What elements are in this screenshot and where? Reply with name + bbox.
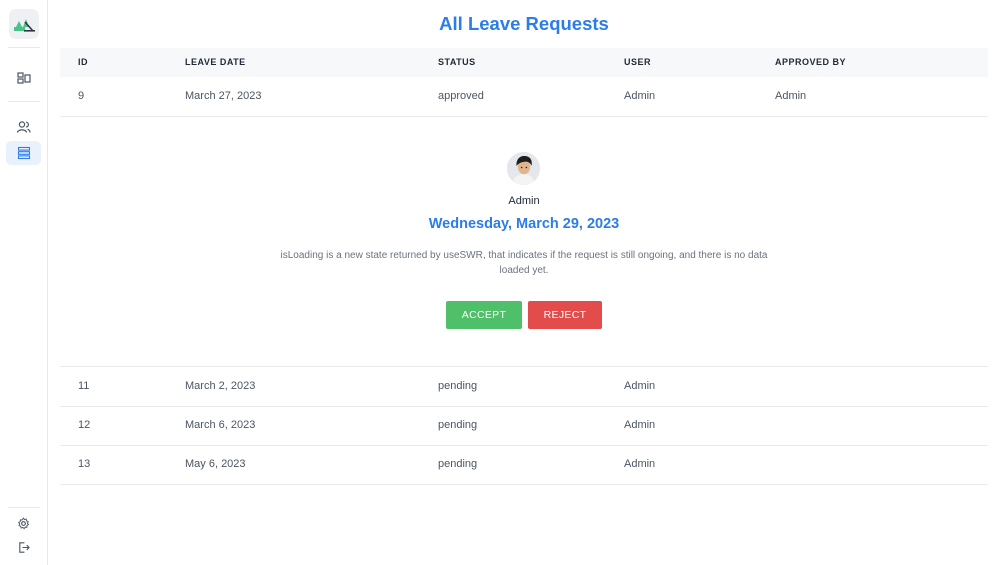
detail-leave-date: Wednesday, March 29, 2023 (428, 216, 620, 232)
sidebar (0, 0, 48, 565)
sidebar-divider (8, 507, 40, 508)
cell-leave-date: March 27, 2023 (185, 90, 262, 102)
app-logo[interactable] (9, 9, 39, 39)
avatar (507, 152, 540, 185)
cell-leave-date: March 2, 2023 (185, 380, 256, 392)
cell-id: 12 (78, 419, 91, 431)
main-content: All Leave Requests ID LEAVE DATE STATUS … (48, 0, 1000, 565)
reject-button[interactable]: REJECT (528, 301, 602, 329)
gear-icon (17, 516, 30, 529)
users-icon (16, 121, 31, 133)
column-header-leave-date: LEAVE DATE (185, 57, 246, 67)
cell-leave-date: March 6, 2023 (185, 419, 256, 431)
cell-status: pending (438, 458, 478, 470)
nav-leave-requests[interactable] (6, 141, 41, 165)
table-row[interactable]: 12 March 6, 2023 pending Admin (60, 406, 988, 446)
logout-icon (19, 541, 30, 553)
nav-users[interactable] (6, 115, 41, 139)
cell-id: 9 (78, 90, 85, 102)
nav-logout[interactable] (6, 535, 41, 559)
nav-dashboard[interactable] (6, 66, 41, 90)
nav-settings[interactable] (6, 511, 41, 535)
table-row[interactable]: 11 March 2, 2023 pending Admin (60, 366, 988, 407)
cell-approved-by: Admin (775, 90, 807, 102)
cell-id: 13 (78, 458, 91, 470)
column-header-approved-by: APPROVED BY (775, 57, 847, 67)
table-header: ID LEAVE DATE STATUS USER APPROVED BY (60, 48, 988, 77)
cell-user: Admin (624, 380, 656, 392)
cell-status: pending (438, 419, 478, 431)
table-row[interactable]: 9 March 27, 2023 approved Admin Admin (60, 77, 988, 117)
column-header-id: ID (78, 57, 88, 67)
column-header-status: STATUS (438, 57, 476, 67)
leave-request-detail: Admin Wednesday, March 29, 2023 isLoadin… (60, 117, 988, 366)
cell-id: 11 (78, 380, 90, 392)
dashboard-icon (16, 72, 31, 84)
cell-user: Admin (624, 90, 656, 102)
cell-leave-date: May 6, 2023 (185, 458, 246, 470)
detail-user-name: Admin (508, 195, 540, 207)
sidebar-divider (8, 47, 40, 48)
cell-status: approved (438, 90, 484, 102)
user-photo-icon (507, 152, 540, 185)
accept-button[interactable]: ACCEPT (446, 301, 522, 329)
cell-user: Admin (624, 458, 656, 470)
table-row[interactable]: 13 May 6, 2023 pending Admin (60, 445, 988, 485)
page-title: All Leave Requests (439, 13, 609, 34)
list-icon (17, 146, 30, 160)
cell-status: pending (438, 380, 478, 392)
detail-description: isLoading is a new state returned by use… (280, 250, 768, 276)
cell-user: Admin (624, 419, 656, 431)
column-header-user: USER (624, 57, 652, 67)
logo-icon (14, 19, 35, 32)
sidebar-divider (8, 101, 40, 102)
